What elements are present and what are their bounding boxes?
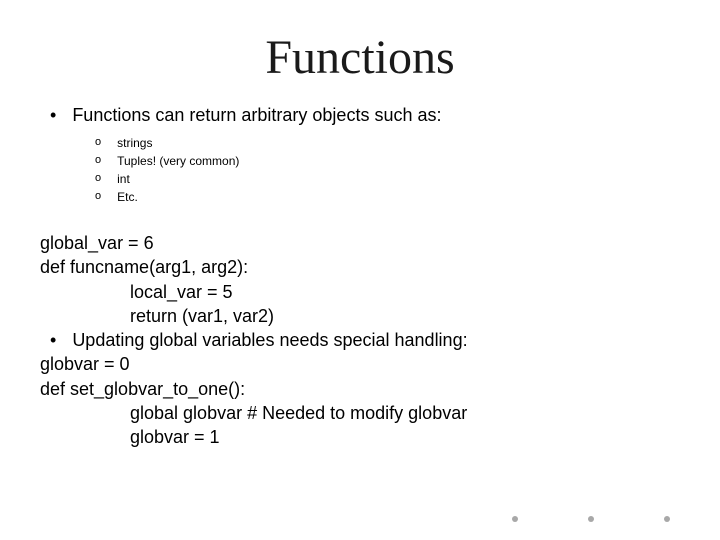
code-line-2: local_var = 5 (40, 280, 680, 304)
code-line-1: def funcname(arg1, arg2): (40, 255, 680, 279)
bullet-main-1: • Functions can return arbitrary objects… (50, 105, 680, 126)
bullet-icon: • (50, 328, 56, 352)
bullet-icon: • (50, 105, 56, 126)
code2-line-0: globvar = 0 (40, 352, 680, 376)
sub-text-1: Tuples! (very common) (117, 152, 239, 170)
code-line-3: return (var1, var2) (40, 304, 680, 328)
sub-item-1: o Tuples! (very common) (95, 152, 680, 170)
dot-icon (512, 516, 518, 522)
footer-decoration (512, 516, 670, 522)
sub-marker: o (95, 170, 101, 187)
code2-line-3: globvar = 1 (40, 425, 680, 449)
code2-line-1: def set_globvar_to_one(): (40, 377, 680, 401)
code-line-0: global_var = 6 (40, 231, 680, 255)
sub-item-2: o int (95, 170, 680, 188)
body-content: global_var = 6 def funcname(arg1, arg2):… (40, 231, 680, 450)
sub-text-2: int (117, 170, 130, 188)
sub-text-3: Etc. (117, 188, 138, 206)
sub-marker: o (95, 188, 101, 205)
dot-icon (664, 516, 670, 522)
sub-item-0: o strings (95, 134, 680, 152)
sub-marker: o (95, 134, 101, 151)
sub-list: o strings o Tuples! (very common) o int … (95, 134, 680, 206)
bullet-section-1: • Functions can return arbitrary objects… (40, 105, 680, 206)
dot-icon (588, 516, 594, 522)
sub-item-3: o Etc. (95, 188, 680, 206)
slide-title: Functions (40, 30, 680, 85)
sub-marker: o (95, 152, 101, 169)
code2-line-2: global globvar # Needed to modify globva… (40, 401, 680, 425)
sub-text-0: strings (117, 134, 152, 152)
bullet-text-1: Functions can return arbitrary objects s… (72, 105, 441, 126)
bullet-main-2: • Updating global variables needs specia… (50, 328, 680, 352)
bullet-text-2: Updating global variables needs special … (72, 328, 467, 352)
